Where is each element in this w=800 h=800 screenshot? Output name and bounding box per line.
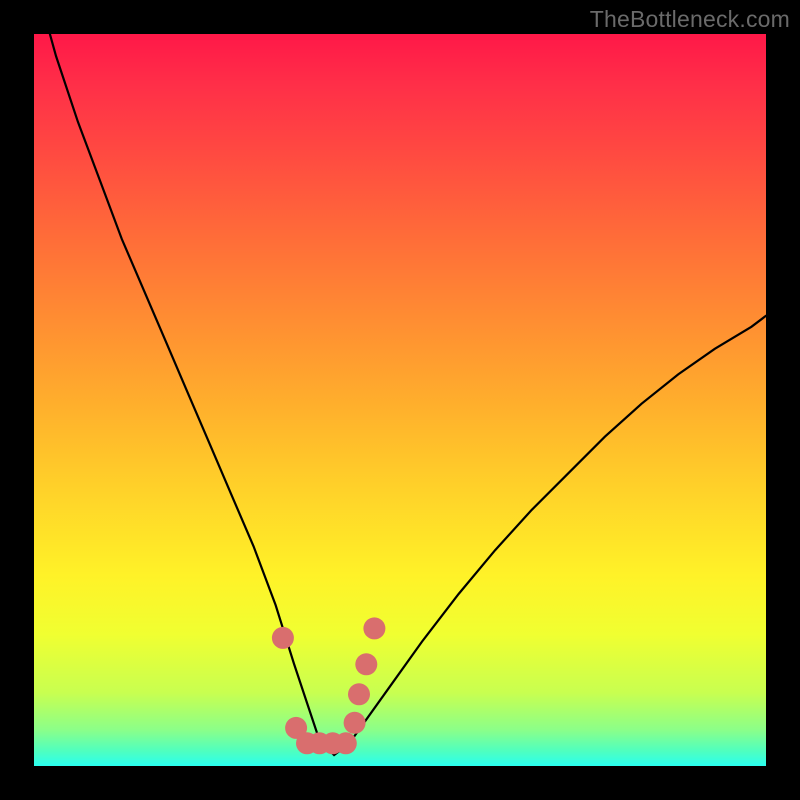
highlight-dot xyxy=(363,617,385,639)
highlight-dot xyxy=(335,732,357,754)
bottleneck-curve xyxy=(38,34,766,755)
plot-area xyxy=(34,34,766,766)
watermark-label: TheBottleneck.com xyxy=(590,6,790,33)
highlight-dot xyxy=(344,712,366,734)
highlight-dot xyxy=(348,683,370,705)
chart-frame: TheBottleneck.com xyxy=(0,0,800,800)
highlight-dot xyxy=(355,653,377,675)
highlight-dot xyxy=(272,627,294,649)
highlight-dots xyxy=(272,617,386,754)
chart-svg xyxy=(34,34,766,766)
